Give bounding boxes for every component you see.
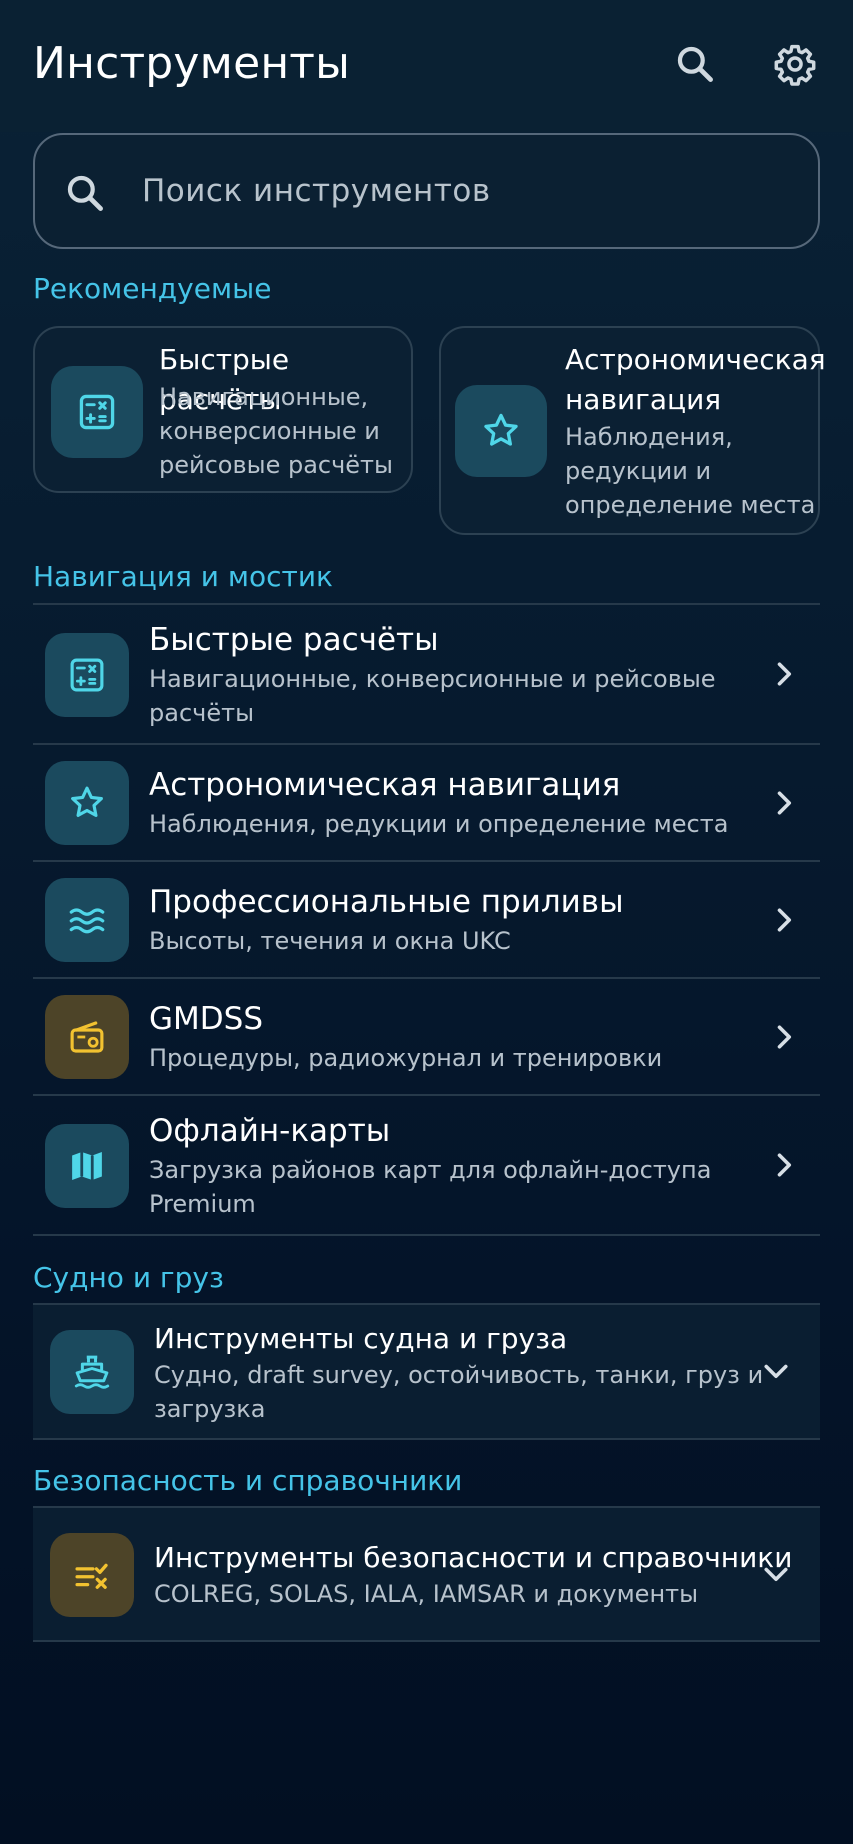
chevron-right-icon [766,785,802,821]
list-item-offline-maps[interactable]: Офлайн-карты Загрузка районов карт для о… [33,1096,820,1234]
section-title-navigation: Навигация и мостик [33,560,333,593]
list-item-gmdss[interactable]: GMDSS Процедуры, радиожурнал и тренировк… [33,979,820,1094]
divider [33,1438,820,1440]
section-title-featured: Рекомендуемые [33,272,272,305]
item-title: Быстрые расчёты [149,622,439,658]
list-item-quick-calc[interactable]: Быстрые расчёты Навигационные, конверсио… [33,605,820,743]
star-icon [455,385,547,477]
calculator-icon [51,366,143,458]
featured-card-quick-calc[interactable]: Быстрые расчёты Навигационные, конверсио… [33,326,413,493]
item-subtitle: Наблюдения, редукции и определение места [149,810,729,838]
item-title: GMDSS [149,1001,263,1037]
card-subtitle: Навигационные, конверсионные и рейсовые … [159,383,393,479]
group-title: Инструменты безопасности и справочники [154,1541,793,1574]
radio-icon [45,995,129,1079]
search-input[interactable]: Поиск инструментов [33,133,820,249]
featured-card-celestial-nav[interactable]: Астрономическая навигация Наблюдения, ре… [439,326,826,535]
divider [33,1234,820,1236]
item-title: Профессиональные приливы [149,884,624,920]
card-subtitle: Наблюдения, редукции и определение места [565,423,816,519]
map-icon [45,1124,129,1208]
top-app-bar: Инструменты [0,0,853,132]
chevron-down-icon[interactable] [758,1556,794,1592]
group-title: Инструменты судна и груза [154,1322,568,1355]
gear-icon[interactable] [773,42,817,86]
star-icon [45,761,129,845]
chevron-down-icon[interactable] [758,1353,794,1389]
expandable-safety-tools[interactable]: Инструменты безопасности и справочники C… [33,1508,820,1640]
card-title: Астрономическая навигация [565,343,826,416]
item-subtitle: Высоты, течения и окна UKC [149,927,511,955]
divider [33,1640,820,1642]
section-title-safety: Безопасность и справочники [33,1464,463,1497]
chevron-right-icon [766,902,802,938]
item-subtitle: Загрузка районов карт для офлайн-доступа… [149,1153,711,1221]
list-item-tides[interactable]: Профессиональные приливы Высоты, течения… [33,862,820,977]
group-subtitle: Судно, draft survey, остойчивость, танки… [154,1361,764,1423]
item-subtitle: Навигационные, конверсионные и рейсовые … [149,665,716,727]
item-title: Астрономическая навигация [149,767,621,803]
section-title-ship-cargo: Судно и груз [33,1261,224,1294]
item-subtitle: Процедуры, радиожурнал и тренировки [149,1044,663,1072]
waves-icon [45,878,129,962]
item-title: Офлайн-карты [149,1113,391,1149]
checklist-icon [50,1533,134,1617]
search-icon[interactable] [673,42,717,86]
chevron-right-icon [766,1019,802,1055]
search-placeholder: Поиск инструментов [142,173,491,209]
calculator-icon [45,633,129,717]
group-subtitle: COLREG, SOLAS, IALA, IAMSAR и документы [154,1580,699,1608]
list-item-celestial-nav[interactable]: Астрономическая навигация Наблюдения, ре… [33,745,820,860]
search-icon [63,171,107,215]
ship-icon [50,1330,134,1414]
premium-label: Premium [149,1190,256,1218]
chevron-right-icon [766,656,802,692]
page-title: Инструменты [33,38,351,89]
chevron-right-icon [766,1147,802,1183]
expandable-ship-cargo-tools[interactable]: Инструменты судна и груза Судно, draft s… [33,1305,820,1438]
